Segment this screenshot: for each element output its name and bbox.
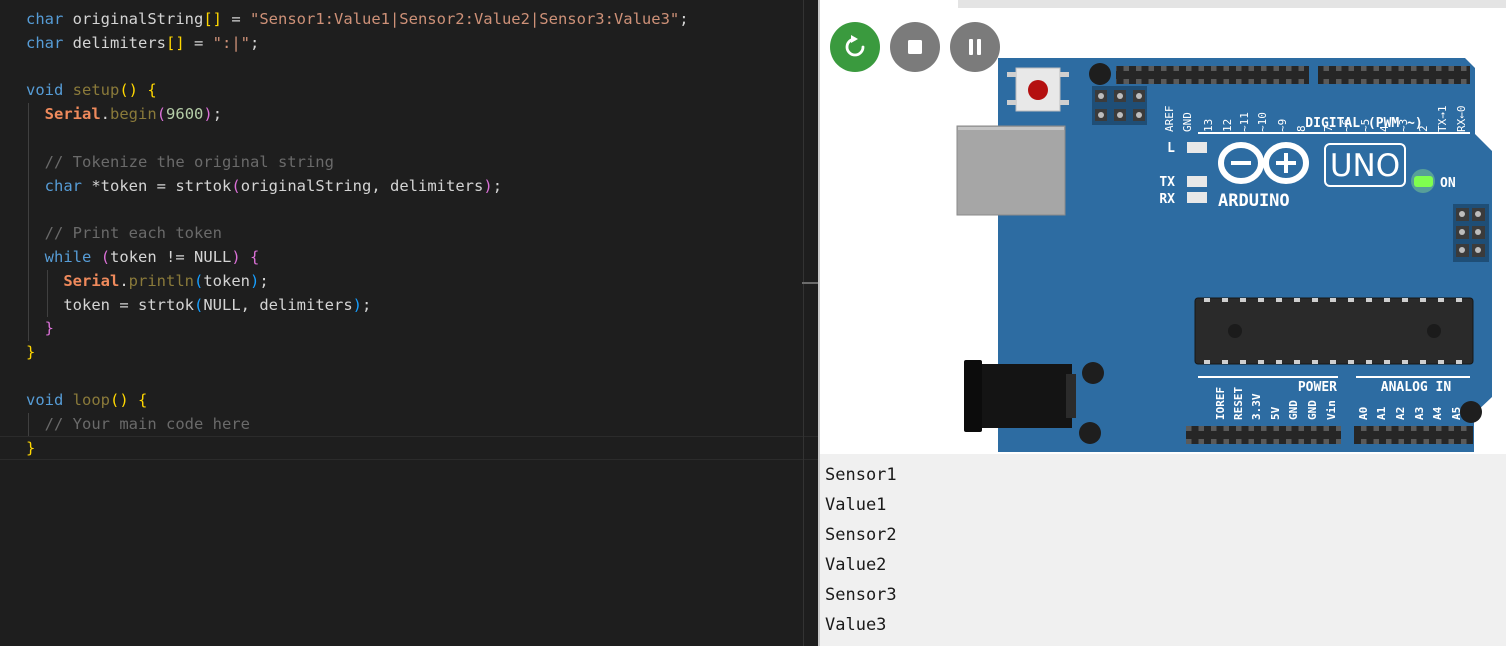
serial-output-line: Value1 bbox=[825, 495, 887, 515]
pin-label: 13 bbox=[1202, 119, 1215, 132]
pin-label: GND bbox=[1306, 400, 1319, 420]
serial-monitor[interactable]: Sensor1 Value1 Sensor2 Value2 Sensor3 Va… bbox=[818, 454, 1506, 646]
code-line-7[interactable]: // Tokenize the original string bbox=[0, 150, 818, 175]
led-rx-label: RX bbox=[1159, 192, 1175, 207]
led-tx-label: TX bbox=[1159, 175, 1175, 190]
mounting-hole bbox=[1082, 362, 1104, 384]
mounting-hole bbox=[1079, 422, 1101, 444]
power-jack bbox=[968, 364, 1072, 428]
serial-output-line: Value3 bbox=[825, 615, 887, 635]
code-line-12[interactable]: Serial.println(token); bbox=[0, 269, 818, 294]
led-power-on bbox=[1414, 176, 1433, 187]
power-on-label: ON bbox=[1440, 176, 1456, 191]
code-line-9[interactable] bbox=[0, 198, 818, 223]
scrollbar-thumb[interactable] bbox=[802, 282, 818, 284]
pin-label: 8 bbox=[1295, 125, 1308, 132]
arduino-uno-board[interactable]: UNO ARDUINO ON L TX RX DIGITAL (PWM ~) P… bbox=[820, 0, 1506, 454]
code-editor[interactable]: char originalString[] = "Sensor1:Value1|… bbox=[0, 0, 818, 646]
editor-tab-strip bbox=[0, 0, 818, 8]
original-string-literal: "Sensor1:Value1|Sensor2:Value2|Sensor3:V… bbox=[250, 10, 680, 28]
pin-label: TX→1 bbox=[1436, 106, 1449, 133]
editor-divider bbox=[803, 0, 804, 646]
board-brand-label: ARDUINO bbox=[1218, 191, 1290, 211]
pin-label: A1 bbox=[1375, 406, 1388, 420]
pin-label: 2 bbox=[1417, 125, 1430, 132]
pin-label: A4 bbox=[1431, 406, 1444, 420]
serial-output-line: Value2 bbox=[825, 555, 887, 575]
pin-label: A5 bbox=[1450, 407, 1463, 420]
pin-label: RX←0 bbox=[1455, 106, 1468, 133]
pin-label: ~11 bbox=[1238, 112, 1251, 132]
pin-label: ~3 bbox=[1397, 119, 1410, 132]
serial-output-line: Sensor1 bbox=[825, 465, 897, 485]
code-line-19[interactable]: } bbox=[0, 436, 818, 461]
code-line-6[interactable] bbox=[0, 126, 818, 151]
code-line-2[interactable]: char delimiters[] = ":|"; bbox=[0, 32, 818, 56]
simulator-panel: UNO ARDUINO ON L TX RX DIGITAL (PWM ~) P… bbox=[818, 0, 1506, 454]
pin-label: RESET bbox=[1232, 387, 1245, 420]
code-line-8[interactable]: char *token = strtok(originalString, del… bbox=[0, 174, 818, 199]
pin-label: 3.3V bbox=[1250, 393, 1263, 420]
analog-in-label: ANALOG IN bbox=[1381, 380, 1452, 395]
serial-output-line: Sensor3 bbox=[825, 585, 897, 605]
code-line-10[interactable]: // Print each token bbox=[0, 222, 818, 246]
power-header bbox=[1186, 426, 1341, 444]
usb-connector bbox=[956, 125, 1066, 216]
pin-label: ~6 bbox=[1340, 119, 1353, 132]
pin-label: 5V bbox=[1269, 406, 1282, 420]
code-line-3[interactable] bbox=[0, 56, 818, 80]
digital-header bbox=[1116, 66, 1309, 84]
pin-label: GND bbox=[1181, 112, 1194, 132]
mounting-hole bbox=[1089, 63, 1111, 85]
pin-label: GND bbox=[1287, 400, 1300, 420]
pin-label: 12 bbox=[1221, 119, 1234, 132]
mounting-hole bbox=[1460, 401, 1482, 423]
serial-output: Sensor1 Value1 Sensor2 Value2 Sensor3 Va… bbox=[825, 460, 897, 640]
led-rx bbox=[1187, 192, 1207, 203]
pin-label: Vin bbox=[1325, 400, 1338, 420]
code-line-14[interactable]: } bbox=[0, 317, 818, 342]
pin-label: 7 bbox=[1322, 125, 1335, 132]
digital-header bbox=[1318, 66, 1470, 84]
pin-label: 4 bbox=[1378, 125, 1391, 132]
pin-label: A0 bbox=[1357, 407, 1370, 420]
led-l bbox=[1187, 142, 1207, 153]
code-line-15[interactable]: } bbox=[0, 341, 818, 365]
code-line-4[interactable]: void setup() { bbox=[0, 79, 818, 103]
power-section-label: POWER bbox=[1298, 380, 1337, 395]
code-line-17[interactable]: void loop() { bbox=[0, 389, 818, 413]
pin-label: ~10 bbox=[1256, 112, 1269, 132]
code-line-1[interactable]: char originalString[] = "Sensor1:Value1|… bbox=[0, 8, 818, 32]
code-line-11[interactable]: while (token != NULL) { bbox=[0, 245, 818, 270]
pin-label: IOREF bbox=[1214, 387, 1227, 420]
serial-output-line: Sensor2 bbox=[825, 525, 897, 545]
board-model-label: UNO bbox=[1330, 148, 1400, 184]
led-tx bbox=[1187, 176, 1207, 187]
pin-label: A2 bbox=[1394, 407, 1407, 420]
pin-label: AREF bbox=[1163, 106, 1176, 133]
pin-label: ~5 bbox=[1359, 119, 1372, 132]
pin-label: ~9 bbox=[1276, 119, 1289, 132]
pin-label: A3 bbox=[1413, 407, 1426, 420]
analog-header bbox=[1354, 426, 1473, 444]
code-line-18[interactable]: // Your main code here bbox=[0, 412, 818, 437]
code-area[interactable]: char originalString[] = "Sensor1:Value1|… bbox=[0, 8, 818, 461]
led-l-label: L bbox=[1167, 141, 1175, 156]
code-line-16[interactable] bbox=[0, 365, 818, 389]
code-line-5[interactable]: Serial.begin(9600); bbox=[0, 103, 818, 127]
code-line-13[interactable]: token = strtok(NULL, delimiters); bbox=[0, 293, 818, 318]
